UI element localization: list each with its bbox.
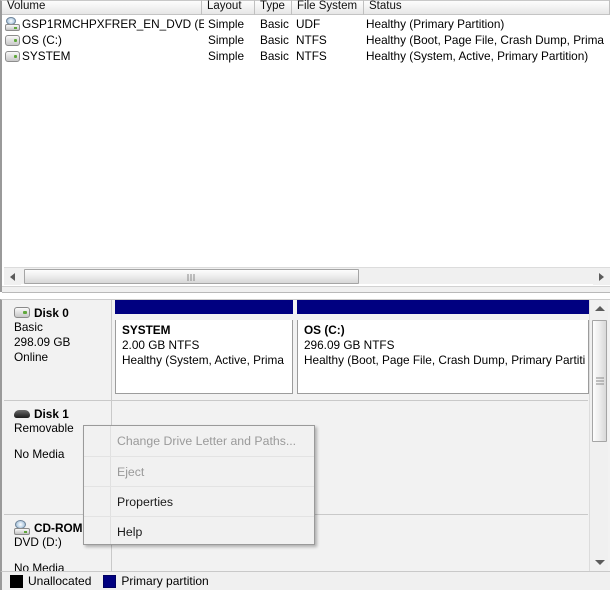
legend-color-swatch — [10, 574, 23, 588]
pane-splitter[interactable] — [2, 286, 610, 293]
volume-row[interactable]: OS (C:) Simple Basic NTFS Healthy (Boot, Pag… — [2, 32, 610, 48]
partition-name: SYSTEM — [122, 323, 171, 337]
context-menu-item-help[interactable]: Help — [84, 516, 314, 546]
volume-list-rows: GSP1RMCHPXFRER_EN_DVD (E:) Simple Basic UDF… — [2, 16, 610, 64]
disk-info-panel[interactable]: Disk 0 Basic 298.09 GB Online — [4, 300, 112, 400]
legend-item: Primary partition — [103, 574, 209, 588]
volume-cell-status: Healthy (Primary Partition) — [366, 17, 505, 31]
partition-color-bar — [297, 300, 589, 314]
partition-block[interactable]: SYSTEM 2.00 GB NTFS Healthy (System, Activ… — [115, 320, 293, 394]
hard-disk-icon — [14, 307, 30, 318]
context-menu-items: Change Drive Letter and Paths... Eject Pro… — [84, 426, 314, 546]
partition-size-fs: 296.09 GB NTFS — [304, 338, 395, 352]
disk-title: Disk 0 — [14, 306, 111, 320]
volume-cell-status: Healthy (System, Active, Primary Partiti… — [366, 49, 589, 63]
disk-title: Disk 1 — [14, 407, 111, 421]
volume-cell-volume: OS (C:) — [22, 33, 62, 47]
partition-size-fs: 2.00 GB NTFS — [122, 338, 200, 352]
cd-drive-icon — [14, 520, 30, 535]
volume-cell-file-system: NTFS — [296, 49, 327, 63]
volume-cell-layout: Simple — [208, 33, 245, 47]
partition-name: OS (C:) — [304, 323, 345, 337]
disk-context-menu[interactable]: Change Drive Letter and Paths... Eject Pro… — [83, 425, 315, 545]
hard-disk-icon — [5, 35, 20, 46]
scrollbar-grip-icon — [187, 274, 196, 281]
disk-name-label: Disk 0 — [34, 306, 69, 320]
column-header-type[interactable]: Type — [255, 0, 292, 15]
cd-drive-icon — [5, 17, 20, 31]
disk-row[interactable]: Disk 0 Basic 298.09 GB Online SYSTEM 2.00 GB … — [4, 300, 589, 400]
scroll-up-arrow-icon[interactable] — [590, 300, 609, 317]
removable-disk-icon — [14, 410, 30, 418]
column-header-status[interactable]: Status — [364, 0, 610, 15]
volume-list-header: Volume Layout Type File System Status — [2, 0, 610, 15]
volume-cell-status: Healthy (Boot, Page File, Crash Dump, Pr… — [366, 33, 604, 47]
vertical-scrollbar-thumb[interactable] — [592, 320, 607, 442]
partition-status: Healthy (Boot, Page File, Crash Dump, Pr… — [304, 353, 586, 367]
volume-cell-layout: Simple — [208, 49, 245, 63]
column-header-volume[interactable]: Volume — [2, 0, 202, 15]
column-header-layout[interactable]: Layout — [202, 0, 255, 15]
volume-cell-type: Basic — [260, 33, 289, 47]
disk-state-label: No Media — [14, 561, 65, 571]
volume-cell-file-system: NTFS — [296, 33, 327, 47]
scroll-down-arrow-icon[interactable] — [590, 554, 609, 571]
column-header-file-system[interactable]: File System — [292, 0, 364, 15]
volume-row[interactable]: SYSTEM Simple Basic NTFS Healthy (System, Ac… — [2, 48, 610, 64]
context-menu-item-properties[interactable]: Properties — [84, 486, 314, 516]
disk-state-label: Online — [14, 350, 49, 364]
context-menu-item-eject: Eject — [84, 456, 314, 486]
disk-name-label: Disk 1 — [34, 407, 69, 421]
volume-cell-type: Basic — [260, 17, 289, 31]
disk-capacity-label: 298.09 GB — [14, 335, 71, 349]
partition-color-bar — [115, 300, 293, 314]
scroll-left-arrow-icon[interactable] — [4, 268, 21, 285]
volume-cell-type: Basic — [260, 49, 289, 63]
partition-block[interactable]: OS (C:) 296.09 GB NTFS Healthy (Boot, Page… — [297, 320, 589, 394]
volume-list-horizontal-scrollbar[interactable] — [4, 267, 610, 285]
partition-container: SYSTEM 2.00 GB NTFS Healthy (System, Activ… — [113, 300, 589, 400]
hard-disk-icon — [5, 51, 20, 62]
legend-label: Primary partition — [121, 574, 209, 588]
volume-row[interactable]: GSP1RMCHPXFRER_EN_DVD (E:) Simple Basic UDF… — [2, 16, 610, 32]
partition-details: SYSTEM 2.00 GB NTFS Healthy (System, Activ… — [116, 320, 292, 368]
disk-type-label: Basic — [14, 320, 43, 334]
volume-list-pane: Volume Layout Type File System Status GSP1RM… — [0, 0, 610, 293]
volume-cell-file-system: UDF — [296, 17, 321, 31]
volume-cell-volume: GSP1RMCHPXFRER_EN_DVD (E:) — [22, 17, 204, 31]
scrollbar-grip-icon — [596, 377, 604, 385]
partition-status: Healthy (System, Active, Prima — [122, 353, 284, 367]
graphical-view-vertical-scrollbar[interactable] — [589, 300, 608, 571]
scroll-right-arrow-icon[interactable] — [593, 268, 610, 285]
horizontal-scrollbar-thumb[interactable] — [24, 269, 359, 284]
legend-label: Unallocated — [28, 574, 92, 588]
volume-cell-layout: Simple — [208, 17, 245, 31]
legend-item: Unallocated — [10, 574, 91, 588]
volume-cell-volume: SYSTEM — [22, 49, 71, 63]
partition-details: OS (C:) 296.09 GB NTFS Healthy (Boot, Page… — [298, 320, 588, 368]
context-menu-item-change-drive-letter-and-paths: Change Drive Letter and Paths... — [117, 434, 297, 448]
disk-management-window: Volume Layout Type File System Status GSP1RM… — [0, 0, 610, 590]
partition-legend: Unallocated Primary partition — [0, 571, 610, 590]
legend-color-swatch — [103, 574, 117, 588]
